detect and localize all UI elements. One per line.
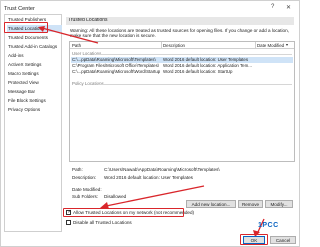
column-header-description[interactable]: Description (163, 43, 185, 48)
red-arrow-to-sidebar (38, 26, 99, 44)
table-row-path[interactable]: C:\...ppData\Roaming\Microsoft\Word\Star… (72, 69, 160, 74)
close-icon[interactable]: ✕ (286, 4, 291, 11)
sidebar-item-add-ins[interactable]: Add-ins (7, 52, 62, 59)
details-description-label: Description: (72, 175, 97, 180)
warning-description: Warning: All these locations are treated… (70, 28, 289, 39)
section-divider (98, 84, 292, 85)
locations-table: Path Description Date Modified ▾ User Lo… (69, 41, 295, 162)
panel-header: Trusted Locations (68, 18, 108, 23)
red-arrow-to-network-checkbox (100, 185, 205, 209)
checkmark-icon: ✓ (67, 209, 72, 216)
sidebar: Trusted Publishers Trusted Locations Tru… (4, 14, 62, 232)
details-description-value: Word 2016 default location: User Templat… (104, 175, 193, 180)
sidebar-item-protected-view[interactable]: Protected View (7, 79, 62, 86)
cancel-button[interactable]: Cancel (270, 236, 296, 244)
sidebar-item-file-block-settings[interactable]: File Block Settings (7, 97, 62, 104)
sidebar-item-message-bar[interactable]: Message Bar (7, 88, 62, 95)
table-row-path[interactable]: C:\...ppData\Roaming\Microsoft\Templates… (72, 57, 160, 62)
watermark-logo: 1PCC (258, 222, 279, 229)
table-row-description[interactable]: Word 2016 default location: User Templat… (163, 57, 255, 62)
remove-button[interactable]: Remove (238, 200, 263, 208)
disable-all-checkbox[interactable] (66, 220, 71, 225)
modify-button[interactable]: Modify... (265, 200, 293, 208)
window-title: Trust Center (4, 6, 35, 12)
details-subfolders-label: Sub Folders: (72, 194, 99, 199)
help-button[interactable]: ? (271, 4, 274, 10)
ok-button[interactable]: OK (243, 236, 265, 244)
details-path-value: C:\Users\Nawab\AppData\Roaming\Microsoft… (104, 167, 220, 172)
table-row-description[interactable]: Word 2016 default location: Application … (163, 63, 255, 68)
table-row-description[interactable]: Word 2016 default location: StartUp (163, 69, 255, 74)
sidebar-item-privacy-options[interactable]: Privacy Options (7, 106, 62, 113)
section-divider (96, 54, 292, 55)
chevron-down-icon: ▾ (286, 42, 289, 47)
column-divider (161, 42, 162, 49)
sidebar-item-trusted-add-in-catalogs[interactable]: Trusted Add-in Catalogs (7, 43, 62, 50)
allow-network-checkbox[interactable]: ✓ (66, 209, 72, 216)
column-header-date-modified[interactable]: Date Modified (257, 43, 284, 48)
column-divider (255, 42, 256, 49)
sidebar-item-activex-settings[interactable]: ActiveX Settings (7, 61, 62, 68)
sidebar-item-macro-settings[interactable]: Macro Settings (7, 70, 62, 77)
details-path-label: Path: (72, 167, 83, 172)
disable-all-label[interactable]: Disable all Trusted Locations (73, 220, 132, 226)
table-row-path[interactable]: C:\Program Files\Microsoft Office\Templa… (72, 63, 160, 68)
allow-network-label[interactable]: Allow Trusted Locations on my network (n… (73, 210, 194, 216)
